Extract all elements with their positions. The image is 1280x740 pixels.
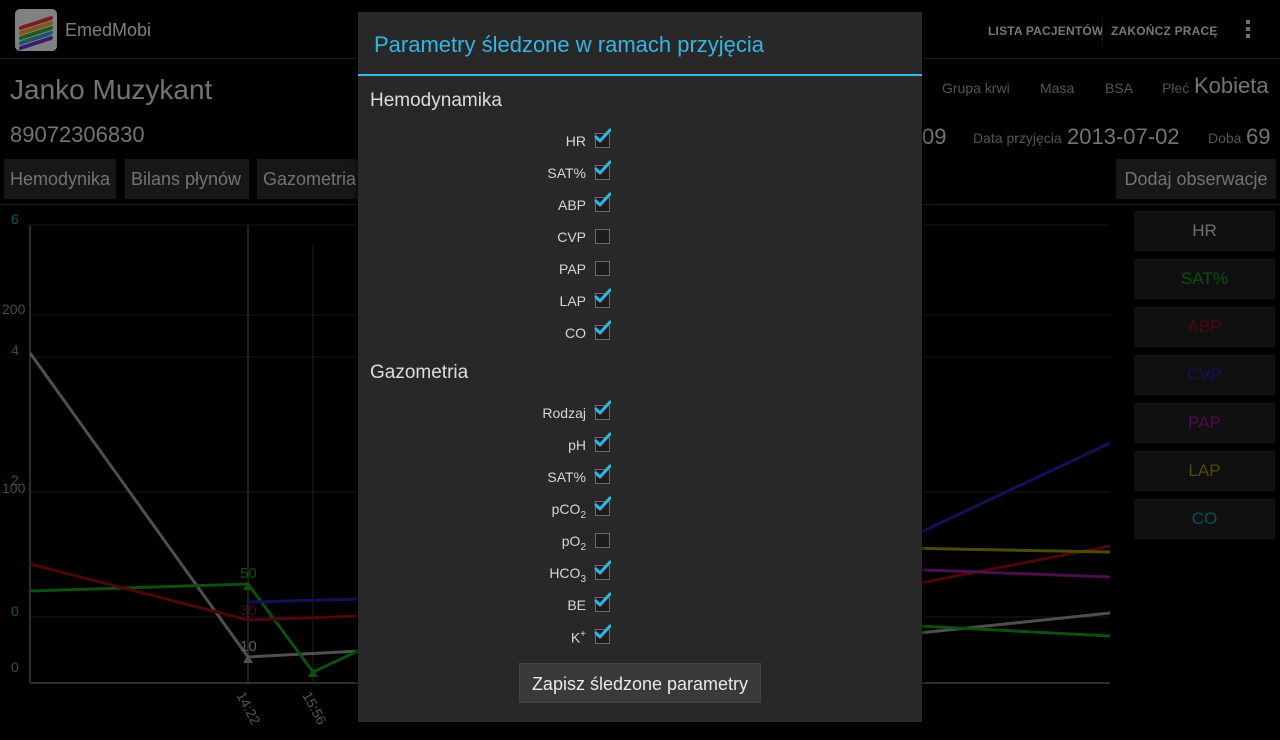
checkbox-checked[interactable]: [594, 192, 611, 212]
checkbox-checked[interactable]: [594, 320, 611, 340]
parameter-row[interactable]: pO2: [358, 526, 922, 556]
checkmark-icon: [594, 560, 611, 575]
parameter-label: HR: [565, 133, 586, 149]
parameter-row[interactable]: SAT%: [358, 158, 922, 188]
checkmark-icon: [594, 192, 611, 207]
parameter-row[interactable]: BE: [358, 590, 922, 620]
checkmark-icon: [594, 592, 611, 607]
parameter-row[interactable]: pCO2: [358, 494, 922, 524]
checkmark-icon: [594, 624, 611, 639]
parameter-label: CO: [565, 325, 586, 341]
parameter-row[interactable]: K+: [358, 622, 922, 652]
parameter-row[interactable]: CVP: [358, 222, 922, 252]
checkbox-unchecked[interactable]: [595, 229, 610, 244]
checkbox-checked[interactable]: [594, 592, 611, 612]
parameter-label: pO2: [561, 533, 586, 553]
checkmark-icon: [594, 496, 611, 511]
parameter-row[interactable]: Rodzaj: [358, 398, 922, 428]
parameter-label: K+: [570, 629, 586, 646]
parameter-row[interactable]: CO: [358, 318, 922, 348]
checkmark-icon: [594, 320, 611, 335]
parameter-row[interactable]: ABP: [358, 190, 922, 220]
parameter-row[interactable]: LAP: [358, 286, 922, 316]
parameter-label: pH: [568, 437, 586, 453]
dialog-title: Parametry śledzone w ramach przyjęcia: [374, 32, 765, 57]
parameter-label: LAP: [559, 293, 586, 309]
parameter-row[interactable]: HCO3: [358, 558, 922, 588]
dialog-title-divider: [358, 74, 922, 76]
checkmark-icon: [594, 288, 611, 303]
checkbox-checked[interactable]: [594, 496, 611, 516]
checkbox-checked[interactable]: [594, 432, 611, 452]
checkbox-checked[interactable]: [594, 624, 611, 644]
checkbox-checked[interactable]: [594, 288, 611, 308]
parameter-label: CVP: [557, 229, 586, 245]
checkbox-checked[interactable]: [594, 160, 611, 180]
parameter-label: HCO3: [549, 565, 586, 585]
checkmark-icon: [594, 160, 611, 175]
parameter-label: ABP: [557, 197, 586, 213]
section-title: Gazometria: [370, 362, 469, 383]
tracked-parameters-dialog: Parametry śledzone w ramach przyjęcia He…: [358, 12, 922, 722]
parameter-label: SAT%: [547, 165, 586, 181]
parameter-label: pCO2: [551, 501, 586, 521]
parameter-label: BE: [567, 597, 586, 613]
parameter-row[interactable]: PAP: [358, 254, 922, 284]
section-title: Hemodynamika: [370, 90, 502, 111]
save-tracked-parameters-button[interactable]: Zapisz śledzone parametry: [519, 663, 761, 703]
checkmark-icon: [594, 400, 611, 415]
parameter-row[interactable]: SAT%: [358, 462, 922, 492]
checkbox-unchecked[interactable]: [595, 261, 610, 276]
checkmark-icon: [594, 464, 611, 479]
checkbox-checked[interactable]: [594, 400, 611, 420]
parameter-label: Rodzaj: [542, 405, 586, 421]
checkbox-checked[interactable]: [594, 560, 611, 580]
checkmark-icon: [594, 128, 611, 143]
checkbox-checked[interactable]: [594, 128, 611, 148]
parameter-label: SAT%: [547, 469, 586, 485]
parameter-row[interactable]: pH: [358, 430, 922, 460]
checkbox-checked[interactable]: [594, 464, 611, 484]
parameter-label: PAP: [559, 261, 586, 277]
checkmark-icon: [594, 432, 611, 447]
parameter-row[interactable]: HR: [358, 126, 922, 156]
checkbox-unchecked[interactable]: [595, 533, 610, 548]
